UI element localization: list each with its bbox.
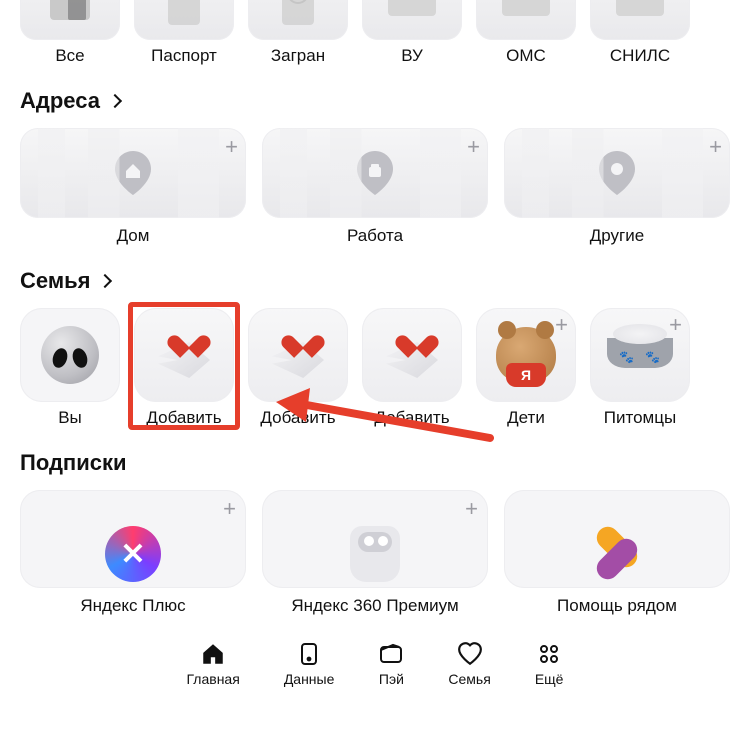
license-icon [362,0,462,40]
family-item-pets[interactable]: +🐾 🐾 Питомцы [590,308,690,428]
chevron-right-icon [108,94,122,108]
plus-icon: + [465,496,478,522]
snils-icon [590,0,690,40]
doc-item-snils[interactable]: СНИЛС [590,0,690,66]
subscriptions-section-header: Подписки [20,450,730,476]
address-label: Работа [262,226,488,246]
buildings-icon [20,128,246,218]
intl-passport-icon [248,0,348,40]
subscription-label: Помощь рядом [504,596,730,616]
plus-icon: + [709,134,722,160]
heart-plane-icon [268,328,328,382]
yplus-icon [105,526,161,582]
wallet-icon [378,641,404,667]
bottom-nav: Главная Данные Пэй Семья Ещё [0,625,750,703]
subscription-item-yplus[interactable]: + Яндекс Плюс [20,490,246,616]
nav-item-data[interactable]: Данные [284,641,335,687]
nav-label: Ещё [535,671,564,687]
buildings-icon [262,128,488,218]
subscription-item-help[interactable]: Помощь рядом [504,490,730,616]
grid-icon [536,641,562,667]
card-icon [296,641,322,667]
nav-item-pay[interactable]: Пэй [378,641,404,687]
doc-label: Все [20,46,120,66]
address-item-home[interactable]: + Дом [20,128,246,246]
family-section-header[interactable]: Семья [20,268,730,294]
addresses-section-header[interactable]: Адреса [20,88,730,114]
doc-item-driver-license[interactable]: ВУ [362,0,462,66]
doc-label: ВУ [362,46,462,66]
family-label: Дети [476,408,576,428]
section-title-label: Семья [20,268,90,294]
doc-item-intl-passport[interactable]: Загран [248,0,348,66]
addresses-row: + Дом + Работа + Другие [20,128,730,246]
alien-icon [41,326,99,384]
bear-icon: Я [496,327,556,383]
buildings-icon [504,128,730,218]
nav-label: Пэй [379,671,404,687]
nav-label: Семья [448,671,490,687]
family-item-add-2[interactable]: Добавить [248,308,348,428]
home-icon [200,641,226,667]
documents-row: Все Паспорт Загран ВУ ОМС [20,0,730,66]
heart-plane-icon [382,328,442,382]
plus-icon: + [555,312,568,338]
passport-icon [134,0,234,40]
address-label: Другие [504,226,730,246]
plus-icon: + [467,134,480,160]
oms-icon [476,0,576,40]
address-item-work[interactable]: + Работа [262,128,488,246]
subscription-label: Яндекс Плюс [20,596,246,616]
doc-label: Загран [248,46,348,66]
nav-item-home[interactable]: Главная [187,641,240,687]
heart-plane-icon [154,328,214,382]
family-row: Вы Добавить Добавить Добавить +Я Дети +🐾… [20,308,730,428]
plus-icon: + [225,134,238,160]
nav-label: Главная [187,671,240,687]
y360-icon [350,526,400,582]
section-title-label: Адреса [20,88,100,114]
family-label: Добавить [362,408,462,428]
doc-label: СНИЛС [590,46,690,66]
nav-label: Данные [284,671,335,687]
family-item-kids[interactable]: +Я Дети [476,308,576,428]
nav-item-family[interactable]: Семья [448,641,490,687]
subscription-item-y360[interactable]: + Яндекс 360 Премиум [262,490,488,616]
family-label: Добавить [248,408,348,428]
family-label: Вы [20,408,120,428]
doc-item-passport[interactable]: Паспорт [134,0,234,66]
doc-label: Паспорт [134,46,234,66]
plus-icon: + [669,312,682,338]
heart-icon [457,641,483,667]
address-label: Дом [20,226,246,246]
address-item-other[interactable]: + Другие [504,128,730,246]
family-item-add-1[interactable]: Добавить [134,308,234,428]
section-title-label: Подписки [20,450,127,476]
subscriptions-row: + Яндекс Плюс + Яндекс 360 Премиум Помощ… [20,490,730,616]
nav-item-more[interactable]: Ещё [535,641,564,687]
chevron-right-icon [98,274,112,288]
family-item-add-3[interactable]: Добавить [362,308,462,428]
subscription-label: Яндекс 360 Премиум [262,596,488,616]
bowl-icon: 🐾 🐾 [607,338,673,368]
family-label: Питомцы [590,408,690,428]
doc-label: ОМС [476,46,576,66]
doc-item-all[interactable]: Все [20,0,120,66]
folder-icon [20,0,120,40]
family-label: Добавить [134,408,234,428]
doc-item-oms[interactable]: ОМС [476,0,576,66]
plus-icon: + [223,496,236,522]
help-icon [589,526,645,582]
family-item-you[interactable]: Вы [20,308,120,428]
